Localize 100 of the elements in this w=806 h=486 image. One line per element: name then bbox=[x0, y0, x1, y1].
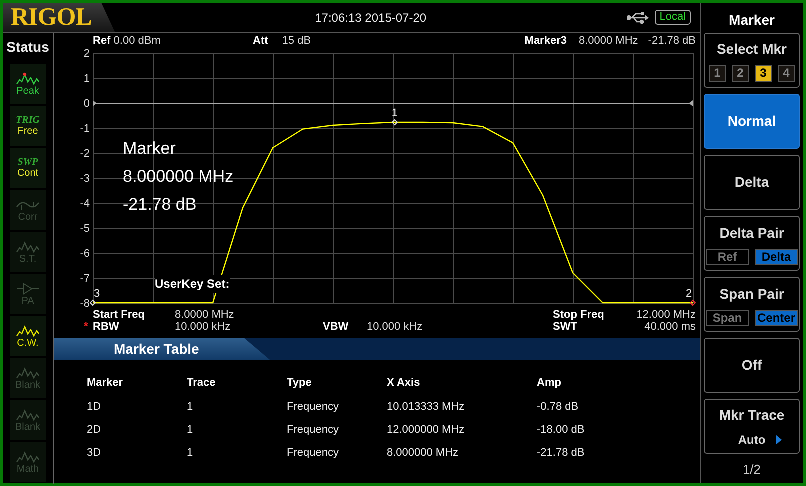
y-tick-label: 0 bbox=[84, 98, 90, 110]
softkey-label: Span Pair bbox=[720, 284, 784, 304]
status-title: TRIG bbox=[16, 115, 40, 126]
swt-value: 40.000 ms bbox=[644, 321, 697, 333]
y-tick-label: -4 bbox=[80, 198, 90, 210]
option-button[interactable]: 3 bbox=[755, 65, 772, 82]
table-cell-text: 1 bbox=[187, 423, 194, 438]
softkey[interactable]: Mkr Trace Auto bbox=[704, 399, 800, 454]
status-label: Cont bbox=[17, 168, 39, 179]
waveform-icon bbox=[16, 72, 40, 86]
table-cell-text: 12.000000 MHz bbox=[387, 423, 466, 438]
option-button[interactable]: Ref bbox=[706, 248, 749, 264]
marker-readout: 8.000000 MHz bbox=[123, 166, 234, 188]
softkey-label: Delta Pair bbox=[720, 224, 784, 242]
stop-freq-value: 12.000 MHz bbox=[636, 309, 697, 321]
softkey-label: Mkr Trace bbox=[719, 406, 785, 424]
column-header: Type bbox=[287, 370, 387, 396]
table-cell-text: 2D bbox=[87, 423, 102, 438]
waveform-icon bbox=[16, 450, 40, 464]
y-tick-label: 2 bbox=[84, 48, 90, 60]
option-button[interactable]: Span bbox=[706, 310, 749, 326]
marker-amplitude: -21.78 dB bbox=[648, 35, 696, 47]
usb-icon bbox=[626, 12, 649, 24]
marker-readout: Marker bbox=[123, 138, 177, 160]
status-label: Blank bbox=[15, 380, 40, 390]
marker-label: Marker3 bbox=[524, 35, 567, 47]
vbw-label: VBW bbox=[323, 321, 350, 333]
y-tick-label: -7 bbox=[80, 273, 90, 285]
softkey-value: Auto bbox=[738, 432, 766, 448]
start-freq-value: 8.0000 MHz bbox=[175, 309, 236, 321]
table-title: Marker Table bbox=[54, 338, 270, 360]
status-label: Blank bbox=[15, 422, 40, 432]
column-header: Marker bbox=[87, 370, 187, 396]
softkey[interactable]: Delta Pair Ref Delta bbox=[704, 216, 800, 271]
status-indicator[interactable]: C.W. bbox=[10, 316, 46, 356]
softkey[interactable]: Select Mkr 1 2 3 4 bbox=[704, 33, 800, 88]
stop-freq-label: Stop Freq bbox=[553, 309, 606, 321]
userkey-label: UserKey Set: bbox=[155, 275, 230, 293]
column-header: X Axis bbox=[387, 370, 537, 396]
softkey-label: Select Mkr bbox=[716, 40, 788, 59]
softkey[interactable]: Delta bbox=[704, 155, 800, 210]
status-label: Corr bbox=[18, 212, 38, 222]
ref-value: 0.00 dBm bbox=[114, 35, 161, 47]
arrow-right-icon bbox=[776, 434, 782, 444]
logo: RIGOL bbox=[3, 3, 115, 32]
marker-readout: -21.78 dB bbox=[123, 194, 198, 216]
waveform-icon bbox=[16, 324, 40, 338]
date-time: 17:06:13 2015-07-20 bbox=[314, 10, 428, 26]
level-pointer-icon bbox=[93, 100, 97, 106]
status-label: Free bbox=[18, 126, 38, 137]
softkey[interactable]: Span Pair Span Center bbox=[704, 277, 800, 332]
option-button[interactable]: Center bbox=[755, 310, 798, 326]
table-cell-text: 1D bbox=[87, 400, 102, 416]
att-value: 15 dB bbox=[282, 35, 312, 47]
rbw-asterisk-text: * bbox=[84, 321, 90, 333]
vbw-value: 10.000 kHz bbox=[367, 321, 424, 333]
table-cell-text: -18.00 dB bbox=[537, 423, 585, 438]
status-title: SWP bbox=[18, 157, 38, 168]
waveform-icon bbox=[16, 408, 40, 422]
table-cell: Frequency bbox=[287, 442, 387, 465]
marker-frequency: 8.0000 MHz bbox=[578, 35, 638, 47]
option-button[interactable]: Delta bbox=[755, 248, 798, 264]
table-cell-text: Frequency bbox=[287, 400, 340, 416]
level-pointer-icon bbox=[689, 100, 693, 106]
page-indicator: 1/2 bbox=[742, 461, 762, 479]
status-label: PA bbox=[22, 296, 34, 306]
y-tick-label: -6 bbox=[80, 248, 90, 260]
option-button[interactable]: 2 bbox=[732, 65, 749, 82]
y-tick-label: 1 bbox=[84, 73, 90, 85]
softkey[interactable]: Normal bbox=[704, 94, 800, 149]
table-cell-text: 3D bbox=[87, 446, 102, 462]
table-cell-text: 8.000000 MHz bbox=[387, 446, 460, 462]
table-cell-text: 1 bbox=[187, 400, 194, 416]
att-label: Att bbox=[253, 35, 268, 47]
status-label: S.T. bbox=[19, 254, 37, 264]
menu-title: Marker bbox=[729, 11, 775, 30]
status-indicator[interactable]: SWP Cont bbox=[10, 148, 46, 188]
y-tick-label: -2 bbox=[80, 148, 90, 160]
status-label: Peak bbox=[16, 86, 40, 96]
y-tick-label: -3 bbox=[80, 173, 90, 185]
status-label: Math bbox=[16, 464, 40, 474]
swt-label: SWT bbox=[553, 321, 578, 333]
rbw-label: RBW bbox=[93, 321, 120, 333]
y-tick-label: -5 bbox=[80, 223, 90, 235]
option-button[interactable]: 1 bbox=[709, 65, 726, 82]
softkey[interactable]: Off bbox=[704, 338, 800, 393]
ref-label: Ref bbox=[93, 35, 111, 47]
start-freq-label: Start Freq bbox=[93, 309, 146, 321]
table-cell-text: Frequency bbox=[287, 423, 340, 438]
table-cell-text: -0.78 dB bbox=[537, 400, 580, 416]
waveform-icon bbox=[16, 366, 40, 380]
column-header: Trace bbox=[187, 370, 287, 396]
status-indicator[interactable]: Peak bbox=[10, 64, 46, 104]
table-cell-text: 10.013333 MHz bbox=[387, 400, 466, 416]
waveform-icon bbox=[16, 240, 40, 254]
option-button[interactable]: 4 bbox=[778, 65, 795, 82]
status-indicator[interactable]: TRIG Free bbox=[10, 106, 46, 146]
table-cell-text: -21.78 dB bbox=[537, 446, 585, 462]
y-tick-label: -1 bbox=[80, 123, 90, 135]
column-header: Amp bbox=[537, 376, 562, 391]
